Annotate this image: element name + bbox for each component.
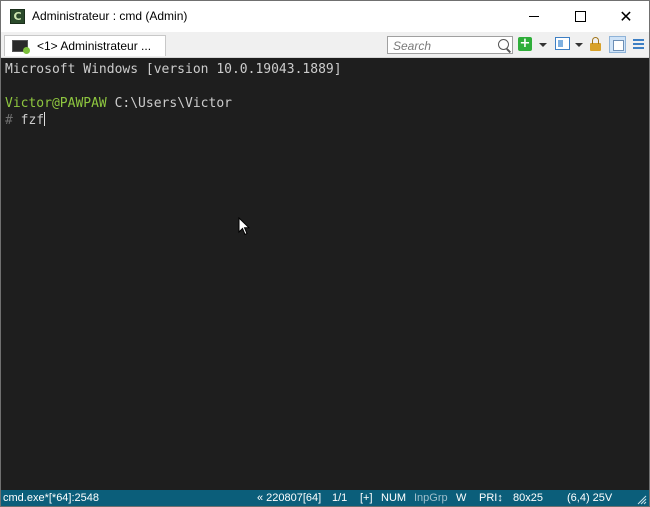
console-tab-label: <1> Administrateur ...	[37, 39, 152, 53]
close-icon: ✕	[619, 6, 633, 26]
console-tab-icon	[12, 40, 30, 54]
minimize-icon	[529, 16, 539, 17]
terminal-input-line[interactable]: # fzf	[5, 112, 46, 129]
search-input[interactable]	[388, 38, 493, 54]
maximize-button[interactable]	[557, 1, 603, 32]
split-icon[interactable]	[555, 37, 570, 50]
status-inpgrp[interactable]: InpGrp	[414, 490, 448, 506]
tab-toolbar: <1> Administrateur ... +	[1, 32, 649, 58]
resize-grip-icon[interactable]	[637, 495, 647, 505]
conemu-window: C Administrateur : cmd (Admin) ✕ <1> Adm…	[0, 0, 650, 507]
terminal-banner: Microsoft Windows [version 10.0.19043.18…	[5, 62, 342, 77]
status-console-index[interactable]: 1/1	[332, 490, 347, 506]
search-icon[interactable]	[498, 39, 509, 50]
status-size[interactable]: 80x25	[513, 490, 543, 506]
user-host: Victor@PAWPAW	[5, 96, 107, 111]
title-bar[interactable]: C Administrateur : cmd (Admin) ✕	[1, 1, 649, 32]
mouse-pointer-icon	[238, 217, 250, 236]
conemu-app-icon[interactable]: C	[10, 9, 25, 24]
search-box[interactable]	[387, 36, 513, 54]
status-plus[interactable]: [+]	[360, 490, 373, 506]
terminal-prompt-line: Victor@PAWPAW C:\Users\Victor	[5, 95, 232, 112]
maximize-icon	[574, 11, 586, 22]
minimize-button[interactable]	[511, 1, 557, 32]
panel-icon[interactable]	[609, 36, 626, 53]
status-w[interactable]: W	[456, 490, 466, 506]
lock-icon[interactable]	[590, 37, 601, 51]
status-cursor-pos[interactable]: (6,4) 25V	[567, 490, 612, 506]
current-directory: C:\Users\Victor	[114, 96, 232, 111]
console-tab[interactable]: <1> Administrateur ...	[4, 35, 166, 56]
status-num[interactable]: NUM	[381, 490, 406, 506]
status-bar: cmd.exe*[*64]:2548 « 220807[64] 1/1 [+] …	[1, 490, 649, 506]
new-console-dropdown-icon[interactable]	[539, 43, 547, 47]
status-buffer[interactable]: « 220807[64]	[257, 490, 321, 506]
split-dropdown-icon[interactable]	[575, 43, 583, 47]
command-input[interactable]: fzf	[21, 113, 44, 128]
new-console-icon[interactable]: +	[518, 37, 532, 51]
window-title: Administrateur : cmd (Admin)	[32, 9, 188, 23]
close-button[interactable]: ✕	[603, 1, 649, 32]
menu-icon[interactable]	[633, 39, 644, 50]
terminal-area[interactable]: Microsoft Windows [version 10.0.19043.18…	[1, 58, 649, 490]
prompt-symbol: #	[5, 113, 13, 128]
text-cursor	[44, 112, 46, 126]
status-pri[interactable]: PRI↕	[479, 490, 503, 506]
status-process[interactable]: cmd.exe*[*64]:2548	[3, 490, 99, 506]
